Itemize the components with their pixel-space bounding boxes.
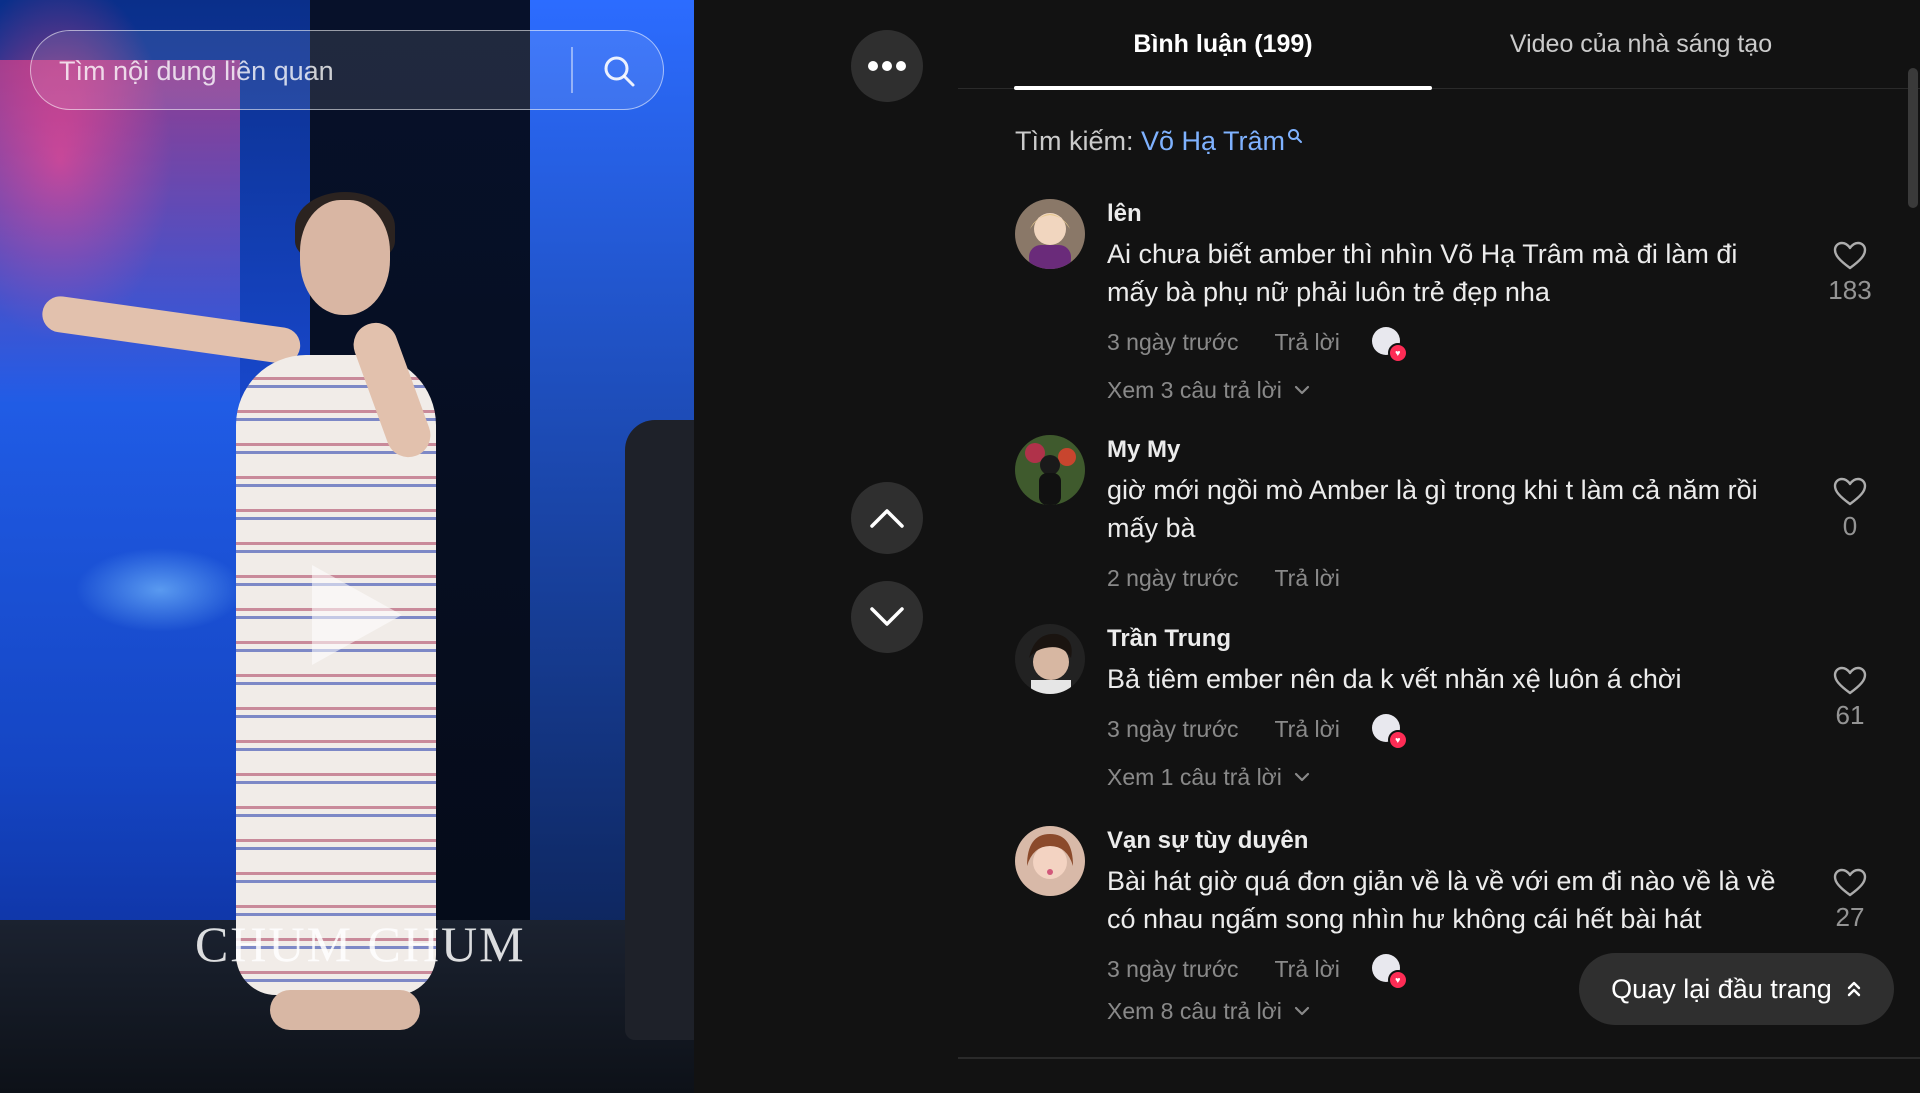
search-suggestion-keyword[interactable]: Võ Hạ Trâm xyxy=(1141,126,1285,156)
like-column: 27 xyxy=(1825,868,1875,933)
tab-creator-videos[interactable]: Video của nhà sáng tạo xyxy=(1432,0,1850,88)
comment-meta: 3 ngày trước Trả lời ♥ xyxy=(1107,325,1787,363)
heart-outline-icon[interactable] xyxy=(1833,868,1867,898)
comment-text: Bài hát giờ quá đơn giản về là về với em… xyxy=(1107,866,1776,934)
singer-feet xyxy=(270,990,420,1030)
like-column: 61 xyxy=(1825,666,1875,731)
chevron-up-icon xyxy=(870,509,904,528)
heart-icon: ♥ xyxy=(1387,730,1408,750)
heart-icon: ♥ xyxy=(1387,970,1408,990)
video-player[interactable]: CHUM CHUM xyxy=(0,0,694,1093)
creator-liked-badge: ♥ xyxy=(1371,327,1408,363)
like-count: 27 xyxy=(1835,902,1865,932)
view-replies-label: Xem 3 câu trả lời xyxy=(1107,376,1282,403)
video-watermark: CHUM CHUM xyxy=(195,916,526,972)
search-icon xyxy=(604,56,635,87)
search-icon xyxy=(1288,129,1303,143)
comments-panel: Bình luận (199) Video của nhà sáng tạo T… xyxy=(958,0,1920,1093)
comment-text: Ai chưa biết amber thì nhìn Võ Hạ Trâm m… xyxy=(1107,239,1738,307)
reply-button[interactable]: Trả lời xyxy=(1274,329,1339,356)
panel-tabs: Bình luận (199) Video của nhà sáng tạo xyxy=(958,0,1920,90)
comment-text: Bả tiêm ember nên da k vết nhăn xệ luôn … xyxy=(1107,664,1682,694)
comment-username[interactable]: My My xyxy=(1107,435,1787,465)
more-options-button[interactable] xyxy=(851,30,923,102)
comment-username[interactable]: lên xyxy=(1107,199,1787,229)
comment-time: 3 ngày trước xyxy=(1107,328,1239,355)
search-divider xyxy=(571,47,573,93)
like-count: 0 xyxy=(1842,511,1858,541)
comment-time: 2 ngày trước xyxy=(1107,564,1239,591)
heart-outline-icon[interactable] xyxy=(1833,477,1867,507)
comment-time: 3 ngày trước xyxy=(1107,955,1239,982)
chevron-down-icon xyxy=(1294,1006,1309,1016)
scrollbar-thumb[interactable] xyxy=(1908,68,1918,208)
creator-liked-badge: ♥ xyxy=(1371,954,1408,990)
view-replies-label: Xem 8 câu trả lời xyxy=(1107,997,1282,1024)
like-count: 183 xyxy=(1828,275,1872,305)
play-icon[interactable] xyxy=(312,565,402,665)
like-count: 61 xyxy=(1835,700,1865,730)
comment-body: lên Ai chưa biết amber thì nhìn Võ Hạ Tr… xyxy=(1107,199,1787,407)
chevron-down-icon xyxy=(870,607,904,626)
view-replies-button[interactable]: Xem 3 câu trả lời xyxy=(1107,373,1787,407)
stage-screen-left xyxy=(0,60,240,920)
search-suggestion: Tìm kiếm: Võ Hạ Trâm xyxy=(1015,126,1303,157)
comment-meta: 2 ngày trước Trả lời xyxy=(1107,561,1787,595)
avatar[interactable] xyxy=(1015,435,1085,505)
avatar[interactable] xyxy=(1015,624,1085,694)
next-video-button[interactable] xyxy=(851,581,923,653)
reply-button[interactable]: Trả lời xyxy=(1274,716,1339,743)
background-dancer xyxy=(625,420,694,1040)
chevron-down-icon xyxy=(1294,772,1309,782)
previous-video-button[interactable] xyxy=(851,482,923,554)
back-to-top-label: Quay lại đầu trang xyxy=(1611,973,1832,1004)
like-column: 183 xyxy=(1825,241,1875,306)
heart-outline-icon[interactable] xyxy=(1833,666,1867,696)
comment-username[interactable]: Trần Trung xyxy=(1107,624,1787,654)
creator-liked-badge: ♥ xyxy=(1371,714,1408,750)
active-tab-underline xyxy=(1014,86,1432,90)
tab-comments-label: Bình luận (199) xyxy=(1133,29,1313,58)
heart-icon: ♥ xyxy=(1387,343,1408,363)
double-chevron-up-icon xyxy=(1847,981,1861,997)
tab-comments[interactable]: Bình luận (199) xyxy=(1014,0,1432,90)
comment-body: Trần Trung Bả tiêm ember nên da k vết nh… xyxy=(1107,624,1787,794)
comment-username[interactable]: Vạn sự tùy duyên xyxy=(1107,826,1787,856)
comment-body: My My giờ mới ngồi mò Amber là gì trong … xyxy=(1107,435,1787,595)
comment-time: 3 ngày trước xyxy=(1107,715,1239,742)
view-replies-label: Xem 1 câu trả lời xyxy=(1107,763,1282,790)
reply-button[interactable]: Trả lời xyxy=(1274,956,1339,983)
panel-bottom-divider xyxy=(958,1057,1920,1059)
chevron-down-icon xyxy=(1294,385,1309,395)
comment-text: giờ mới ngồi mò Amber là gì trong khi t … xyxy=(1107,475,1758,543)
more-horizontal-icon xyxy=(868,61,906,71)
heart-outline-icon[interactable] xyxy=(1833,241,1867,271)
singer-head xyxy=(300,200,390,315)
related-search-bar xyxy=(30,30,664,111)
related-search-input[interactable] xyxy=(57,31,581,111)
view-replies-button[interactable]: Xem 1 câu trả lời xyxy=(1107,760,1787,794)
avatar[interactable] xyxy=(1015,826,1085,896)
comment-meta: 3 ngày trước Trả lời ♥ xyxy=(1107,712,1787,750)
search-button[interactable] xyxy=(589,43,649,99)
like-column: 0 xyxy=(1825,477,1875,542)
tab-creator-videos-label: Video của nhà sáng tạo xyxy=(1509,29,1773,58)
search-suggestion-prefix: Tìm kiếm: xyxy=(1015,126,1141,156)
back-to-top-button[interactable]: Quay lại đầu trang xyxy=(1579,953,1894,1025)
avatar[interactable] xyxy=(1015,199,1085,269)
reply-button[interactable]: Trả lời xyxy=(1274,565,1339,592)
